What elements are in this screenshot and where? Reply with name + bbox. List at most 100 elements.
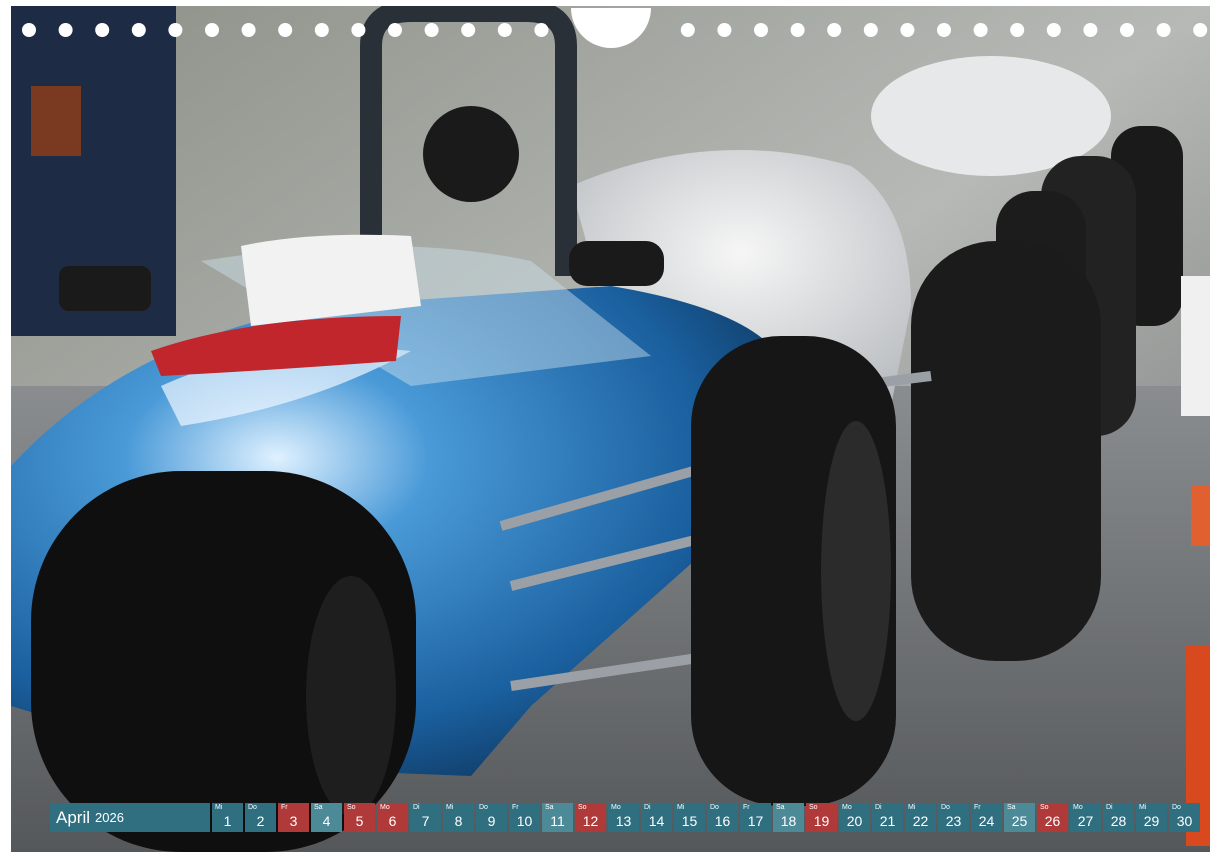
day-cell: Sa 4: [311, 803, 342, 832]
day-cell: Fr 10: [509, 803, 540, 832]
day-cell: Di 21: [872, 803, 903, 832]
weekday-abbrev: Sa: [776, 804, 785, 811]
day-cell: Do 16: [707, 803, 738, 832]
day-number: 10: [516, 813, 533, 829]
weekday-abbrev: So: [809, 804, 818, 811]
weekday-abbrev: Mi: [215, 804, 223, 811]
weekday-abbrev: Mo: [842, 804, 852, 811]
day-number: 13: [615, 813, 632, 829]
weekday-abbrev: Do: [710, 804, 719, 811]
weekday-abbrev: Sa: [1007, 804, 1016, 811]
weekday-abbrev: Mo: [611, 804, 621, 811]
day-number: 15: [681, 813, 698, 829]
binding-hole: [58, 23, 73, 37]
day-number: 7: [421, 813, 430, 829]
weekday-abbrev: Fr: [743, 804, 750, 811]
binding-hole: [424, 23, 439, 37]
day-cell: Sa 25: [1004, 803, 1035, 832]
binding-hole: [863, 23, 878, 37]
binding-hole: [168, 23, 183, 37]
day-number: 16: [714, 813, 731, 829]
binding-hole: [1083, 23, 1098, 37]
weekday-abbrev: Di: [1106, 804, 1113, 811]
race-car-photo: [11, 6, 1210, 852]
binding-hole: [900, 23, 915, 37]
day-cell: Sa 18: [773, 803, 804, 832]
weekday-abbrev: Do: [248, 804, 257, 811]
weekday-abbrev: Di: [875, 804, 882, 811]
weekday-abbrev: Sa: [314, 804, 323, 811]
day-cell: So 5: [344, 803, 375, 832]
weekday-abbrev: Do: [941, 804, 950, 811]
day-number: 4: [322, 813, 331, 829]
binding-hole: [1046, 23, 1061, 37]
binding-hole: [388, 23, 402, 37]
day-number: 27: [1077, 813, 1094, 829]
day-number: 1: [223, 813, 232, 829]
day-cell: Mo 27: [1070, 803, 1101, 832]
day-cell: Fr 17: [740, 803, 771, 832]
binding-hole: [461, 23, 476, 37]
day-number: 19: [813, 813, 830, 829]
day-number: 18: [780, 813, 797, 829]
binding-hole: [1156, 23, 1171, 37]
day-cell: So 26: [1037, 803, 1068, 832]
weekday-abbrev: Mo: [1073, 804, 1083, 811]
binding-hole: [827, 23, 842, 37]
day-cell: Fr 24: [971, 803, 1002, 832]
weekday-abbrev: Mi: [908, 804, 916, 811]
day-number: 29: [1143, 813, 1160, 829]
binding-hole: [680, 23, 695, 37]
day-number: 30: [1176, 813, 1193, 829]
day-number: 2: [256, 813, 265, 829]
weekday-abbrev: Fr: [512, 804, 519, 811]
day-number: 20: [846, 813, 863, 829]
weekday-abbrev: Mi: [446, 804, 454, 811]
day-number: 11: [550, 813, 565, 829]
binding-hole: [95, 23, 110, 37]
day-cell: Mo 6: [377, 803, 408, 832]
binding-hole: [717, 23, 732, 37]
day-number: 6: [388, 813, 397, 829]
day-cell: So 12: [575, 803, 606, 832]
weekday-abbrev: Fr: [974, 804, 981, 811]
binding-hole: [314, 23, 329, 37]
day-number: 9: [487, 813, 496, 829]
binding-hole: [1120, 23, 1134, 37]
day-number: 5: [355, 813, 364, 829]
day-cell: Do 2: [245, 803, 276, 832]
weekday-abbrev: Mo: [380, 804, 390, 811]
weekday-abbrev: Do: [479, 804, 488, 811]
day-cell: Mo 13: [608, 803, 639, 832]
binding-hole: [1010, 23, 1025, 37]
month-calendar-strip: April 2026 Mi 1 Do 2 Fr 3 Sa 4 So 5 Mo 6 Di 7 Mi 8 Do 9 Fr…: [50, 803, 1200, 832]
binding-hole: [754, 23, 768, 37]
binding-hole: [131, 23, 146, 37]
binding-hole: [241, 23, 256, 37]
month-name: April: [56, 807, 91, 827]
binding-hole: [351, 23, 366, 37]
day-cell: Do 23: [938, 803, 969, 832]
day-cell: Mi 15: [674, 803, 705, 832]
hanger-cutout: [571, 8, 651, 48]
day-cell: Do 9: [476, 803, 507, 832]
day-cell: Fr 3: [278, 803, 309, 832]
binding-hole: [497, 23, 512, 37]
day-number: 21: [879, 813, 896, 829]
day-number: 12: [582, 813, 599, 829]
weekday-abbrev: Di: [644, 804, 651, 811]
month-label: April 2026: [50, 803, 210, 832]
day-number: 3: [289, 813, 298, 829]
weekday-abbrev: Sa: [545, 804, 554, 811]
day-cell: Sa 11: [542, 803, 573, 832]
day-cells: Mi 1 Do 2 Fr 3 Sa 4 So 5 Mo 6 Di 7 Mi 8 Do 9 Fr 10 Sa 11 So 12 M…: [212, 803, 1200, 832]
calendar-page: April 2026 Mi 1 Do 2 Fr 3 Sa 4 So 5 Mo 6 Di 7 Mi 8 Do 9 Fr…: [11, 6, 1210, 852]
day-number: 26: [1044, 813, 1061, 829]
weekday-abbrev: So: [578, 804, 587, 811]
day-number: 8: [454, 813, 463, 829]
day-cell: Mi 29: [1136, 803, 1167, 832]
binding-hole: [534, 23, 549, 37]
binding-hole: [790, 23, 805, 37]
binding-hole: [278, 23, 293, 37]
weekday-abbrev: So: [347, 804, 356, 811]
